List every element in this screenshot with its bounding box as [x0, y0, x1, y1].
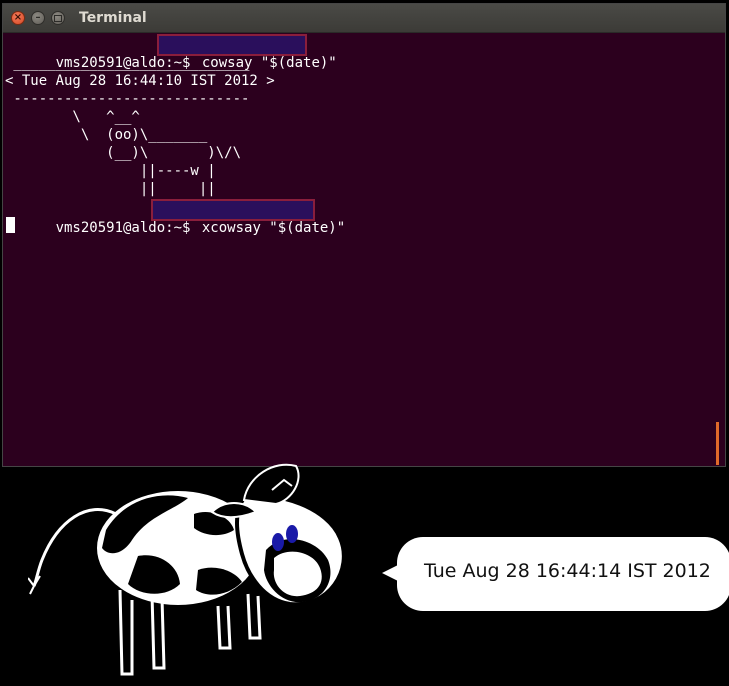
output-line: ||----w | [5, 163, 216, 179]
output-line: ____________________________ [5, 55, 250, 71]
maximize-button[interactable] [51, 11, 65, 25]
output-line: || || [5, 181, 216, 197]
output-line: \ (oo)\_______ [5, 127, 208, 143]
close-icon: × [13, 12, 23, 23]
terminal-content[interactable]: vms20591@aldo:~$ cowsay "$(date)" ______… [4, 33, 719, 465]
prompt: vms20591@aldo:~$ [55, 220, 199, 236]
minimize-icon: – [35, 12, 41, 23]
command-text: xcowsay "$(date)" [201, 220, 346, 236]
scrollbar[interactable] [716, 422, 719, 465]
speech-bubble-tail [382, 565, 398, 581]
output-line: (__)\ )\/\ [5, 145, 242, 161]
xcowsay-cow-icon [28, 463, 346, 676]
terminal-window: × – Terminal vms20591@aldo:~$ cowsay "$(… [2, 3, 726, 467]
command-highlight [157, 34, 307, 56]
terminal-line-command-1: vms20591@aldo:~$ cowsay "$(date)" [5, 34, 340, 71]
speech-bubble-text: Tue Aug 28 16:44:14 IST 2012 [424, 560, 711, 582]
output-line: < Tue Aug 28 16:44:10 IST 2012 > [5, 73, 275, 89]
output-line: ---------------------------- [5, 91, 250, 107]
command-highlight [151, 199, 315, 221]
text-cursor [6, 217, 15, 233]
output-line: \ ^__^ [5, 109, 140, 125]
terminal-line-command-2: vms20591@aldo:~$ xcowsay "$(date)" [5, 199, 348, 236]
speech-bubble: Tue Aug 28 16:44:14 IST 2012 [397, 537, 729, 611]
window-title: Terminal [79, 10, 147, 26]
close-button[interactable]: × [11, 11, 25, 25]
title-bar[interactable]: × – Terminal [3, 4, 725, 33]
minimize-button[interactable]: – [31, 11, 45, 25]
